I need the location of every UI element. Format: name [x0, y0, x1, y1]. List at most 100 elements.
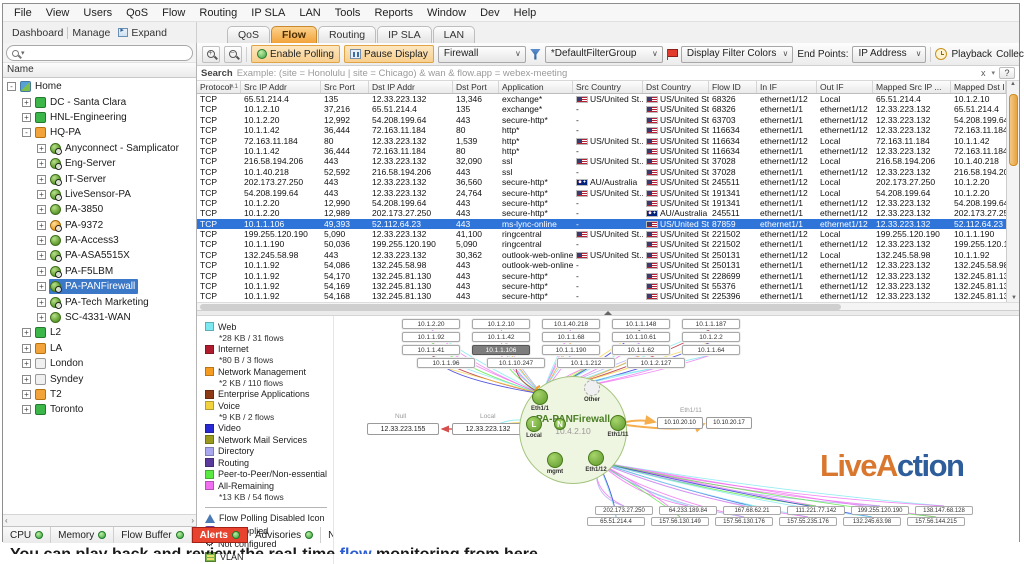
tree-item[interactable]: +Eng-Server [3, 156, 196, 171]
tree-node-body[interactable]: DC - Santa Clara [34, 95, 129, 110]
column-header-src-country[interactable]: Src Country [573, 81, 643, 93]
menu-item-window[interactable]: Window [420, 6, 473, 20]
tab-qos[interactable]: QoS [227, 26, 270, 43]
tree-item[interactable]: +PA-F5LBM [3, 264, 196, 279]
enable-polling-button[interactable]: Enable Polling [251, 45, 340, 63]
endpoint-node[interactable]: 132.245.63.98 [843, 517, 901, 526]
table-row[interactable]: TCP10.1.2.2012,99054.208.199.64443secure… [197, 198, 1006, 208]
scroll-left-icon[interactable]: ‹ [5, 516, 8, 525]
tree-toggle[interactable]: + [37, 205, 46, 214]
tree-item[interactable]: +L2 [3, 325, 196, 340]
menu-item-file[interactable]: File [7, 6, 39, 20]
host-node[interactable]: 10.1.1.68 [542, 332, 600, 342]
interface-node-nat[interactable]: N [554, 418, 566, 430]
interface-node-other[interactable] [584, 380, 600, 396]
column-header-protocol[interactable]: Protocol∧1 [197, 81, 241, 93]
column-header-application[interactable]: Application [499, 81, 573, 93]
scroll-right-icon[interactable]: › [191, 516, 194, 525]
tree-toggle[interactable]: + [37, 282, 46, 291]
menu-item-qos[interactable]: QoS [119, 6, 155, 20]
menu-item-users[interactable]: Users [76, 6, 119, 20]
tree-item[interactable]: +Toronto [3, 402, 196, 417]
table-row[interactable]: TCP72.163.11.1848012.33.223.1321,539http… [197, 136, 1006, 146]
tree-node-body[interactable]: PA-ASA5515X [49, 248, 133, 263]
tree-item[interactable]: +DC - Santa Clara [3, 94, 196, 109]
tree-item[interactable]: +PA-Tech Marketing [3, 294, 196, 309]
tree-item[interactable]: -Home [3, 79, 196, 94]
zoom-out-button[interactable]: − [224, 46, 242, 63]
endpoint-node[interactable]: 157.56.130.176 [715, 517, 773, 526]
column-header-dst-ip-addr[interactable]: Dst IP Addr [369, 81, 453, 93]
menu-item-tools[interactable]: Tools [328, 6, 368, 20]
flow-search-bar[interactable]: Search Example: (site = Honolulu | site … [197, 66, 1019, 81]
menu-item-view[interactable]: View [39, 6, 77, 20]
host-node[interactable]: 10.1.2.2 [682, 332, 740, 342]
host-node[interactable]: 10.1.2.20 [402, 319, 460, 329]
tree-node-body[interactable]: L2 [34, 325, 64, 340]
endpoint-node[interactable]: 199.255.120.190 [851, 506, 909, 515]
endpoint-node[interactable]: 111.221.77.142 [787, 506, 845, 515]
endpoint-node[interactable]: 10.10.20.17 [706, 417, 752, 429]
tree-node-body[interactable]: Toronto [34, 402, 86, 417]
tree-toggle[interactable]: + [22, 359, 31, 368]
filter-icon[interactable] [530, 49, 541, 60]
tree-toggle[interactable]: + [22, 344, 31, 353]
tree-item[interactable]: +PA-ASA5515X [3, 248, 196, 263]
tree-item[interactable]: +IT-Server [3, 171, 196, 186]
table-row[interactable]: TCP10.1.2.1037,21665.51.214.4135exchange… [197, 104, 1006, 114]
column-header-src-ip-addr[interactable]: Src IP Addr [241, 81, 321, 93]
host-node[interactable]: 10.1.1.148 [612, 319, 670, 329]
playback-clock-icon[interactable] [935, 48, 947, 60]
tree-item[interactable]: +PA-Access3 [3, 233, 196, 248]
tree-toggle[interactable]: + [37, 175, 46, 184]
tree-toggle[interactable]: + [22, 328, 31, 337]
dashboard-button[interactable]: Dashboard [8, 27, 67, 39]
column-header-dst-country[interactable]: Dst Country [643, 81, 709, 93]
table-row[interactable]: TCP10.1.2.2012,989202.173.27.250443secur… [197, 208, 1006, 218]
table-row[interactable]: TCP10.1.1.4236,44472.163.11.18480http*-U… [197, 146, 1006, 156]
endpoint-node[interactable]: 157.56.144.215 [907, 517, 965, 526]
menu-item-ip-sla[interactable]: IP SLA [244, 6, 292, 20]
tree-toggle[interactable]: - [7, 82, 16, 91]
tree-toggle[interactable]: - [22, 128, 31, 137]
tab-lan[interactable]: LAN [433, 26, 475, 43]
column-header-out-if[interactable]: Out IF [817, 81, 873, 93]
table-vertical-scrollbar[interactable]: ▲▼ [1006, 81, 1019, 302]
display-filter-colors-select[interactable]: Display Filter Colors [681, 46, 793, 63]
column-header-in-if[interactable]: In IF [757, 81, 817, 93]
table-row[interactable]: TCP10.1.2.2012,99254.208.199.64443secure… [197, 115, 1006, 125]
endpoint-node[interactable]: 138.147.68.128 [915, 506, 973, 515]
tree-toggle[interactable]: + [22, 375, 31, 384]
filter-group-select[interactable]: *DefaultFilterGroup [545, 46, 663, 63]
endpoint-node[interactable]: 202.173.27.250 [595, 506, 653, 515]
tree-item[interactable]: +PA-9372 [3, 218, 196, 233]
table-row[interactable]: TCP65.51.214.413512.33.223.13213,346exch… [197, 94, 1006, 104]
tree-search-input[interactable]: ▾ [6, 45, 193, 61]
endpoint-node[interactable]: 157.56.130.149 [651, 517, 709, 526]
tree-item[interactable]: -HQ-PA [3, 125, 196, 140]
endpoint-node[interactable]: 10.10.20.10 [657, 417, 703, 429]
tree-horizontal-scrollbar[interactable]: ‹› [3, 514, 196, 526]
host-node[interactable]: 10.1.2.10 [472, 319, 530, 329]
tree-toggle[interactable]: + [37, 313, 46, 322]
scrollbar-thumb[interactable] [200, 304, 841, 310]
tab-routing[interactable]: Routing [318, 26, 376, 43]
tree-node-body[interactable]: HQ-PA [34, 125, 84, 140]
interface-node-local[interactable]: L [526, 416, 542, 432]
tree-item[interactable]: +PA-PANFirewall [3, 279, 196, 294]
table-row[interactable]: TCP10.1.40.21852,592216.58.194.206443ssl… [197, 167, 1006, 177]
host-node[interactable]: 10.1.1.106 [472, 345, 530, 355]
tree-node-body[interactable]: LA [34, 341, 65, 356]
tree-node-body[interactable]: London [34, 356, 86, 371]
tree-node-body[interactable]: Anyconnect - Samplicator [49, 141, 182, 156]
host-node[interactable]: 10.1.1.92 [402, 332, 460, 342]
host-node[interactable]: 10.1.1.42 [472, 332, 530, 342]
tree-item[interactable]: +Syndey [3, 371, 196, 386]
tree-node-body[interactable]: Syndey [34, 372, 86, 387]
endpoint-node[interactable]: 12.33.223.155 [367, 423, 439, 435]
table-row[interactable]: TCP10.1.1.9254,170132.245.81.130443secur… [197, 271, 1006, 281]
table-row[interactable]: TCP216.58.194.20644312.33.223.13232,090s… [197, 156, 1006, 166]
menu-item-dev[interactable]: Dev [473, 6, 507, 20]
host-node[interactable]: 10.1.40.218 [542, 319, 600, 329]
menu-item-lan[interactable]: LAN [292, 6, 327, 20]
